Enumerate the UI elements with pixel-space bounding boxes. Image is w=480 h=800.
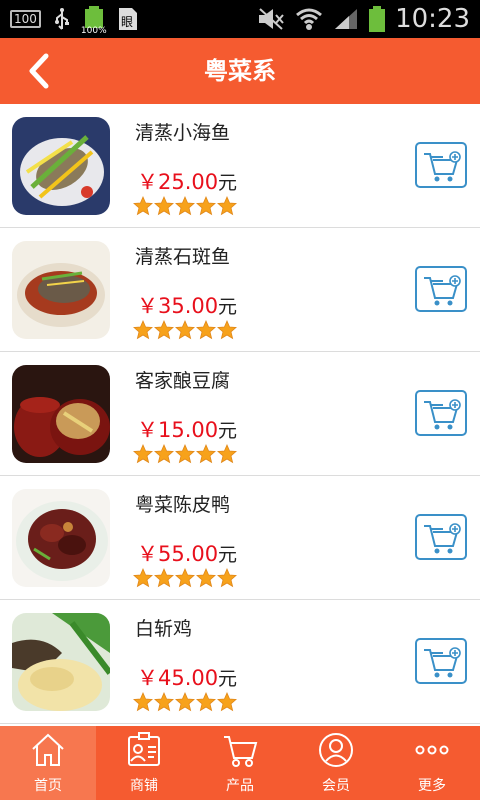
add-cart-icon bbox=[424, 275, 461, 306]
rating-stars bbox=[133, 568, 237, 588]
home-icon bbox=[32, 733, 64, 766]
add-cart-icon bbox=[424, 647, 461, 678]
nav-shop[interactable]: 商铺 bbox=[96, 726, 192, 800]
mute-icon bbox=[259, 8, 284, 30]
dish-price: ￥55.00 bbox=[137, 542, 219, 566]
star-icon bbox=[217, 568, 237, 588]
star-icon bbox=[196, 444, 216, 464]
page-title: 粤菜系 bbox=[204, 57, 276, 85]
list-item[interactable]: 白斩鸡 ￥45.00 元 bbox=[0, 600, 480, 724]
dish-photo bbox=[12, 365, 110, 463]
battery-icon: 100% bbox=[81, 6, 107, 36]
nav-shop-label: 商铺 bbox=[130, 778, 158, 794]
nav-products[interactable]: 产品 bbox=[192, 726, 288, 800]
dish-photo bbox=[12, 117, 110, 215]
battery-percent: 100% bbox=[80, 26, 107, 36]
wifi-icon bbox=[296, 8, 323, 30]
rating-stars bbox=[133, 444, 237, 464]
cart-icon bbox=[224, 736, 258, 767]
add-to-cart-button[interactable] bbox=[415, 390, 467, 436]
star-icon bbox=[154, 692, 174, 712]
star-icon bbox=[217, 692, 237, 712]
dish-list: 清蒸小海鱼 ￥25.00 元 清蒸石斑鱼 ￥35.00 元 客家酿豆腐 ￥15.… bbox=[0, 104, 480, 726]
member-icon bbox=[319, 733, 353, 767]
star-icon bbox=[133, 444, 153, 464]
price-unit: 元 bbox=[218, 296, 238, 318]
signal-icon bbox=[335, 9, 358, 29]
star-icon bbox=[217, 444, 237, 464]
nav-home[interactable]: 首页 bbox=[0, 726, 96, 800]
add-cart-icon bbox=[424, 399, 461, 430]
star-icon bbox=[154, 196, 174, 216]
dish-name: 客家酿豆腐 bbox=[135, 370, 231, 392]
star-icon bbox=[154, 568, 174, 588]
dish-price: ￥25.00 bbox=[137, 170, 219, 194]
list-item[interactable]: 粤菜陈皮鸭 ￥55.00 元 bbox=[0, 476, 480, 600]
star-icon bbox=[175, 568, 195, 588]
shop-card-icon bbox=[128, 732, 160, 766]
add-to-cart-button[interactable] bbox=[415, 638, 467, 684]
list-item[interactable]: 客家酿豆腐 ￥15.00 元 bbox=[0, 352, 480, 476]
status-bar: 100 100% 眼 10:23 bbox=[0, 0, 480, 38]
add-cart-icon bbox=[424, 151, 461, 182]
price-unit: 元 bbox=[218, 420, 238, 442]
dish-price: ￥45.00 bbox=[137, 666, 219, 690]
nav-more[interactable]: 更多 bbox=[384, 726, 480, 800]
svg-text:眼: 眼 bbox=[121, 15, 133, 29]
list-item[interactable]: 清蒸小海鱼 ￥25.00 元 bbox=[0, 104, 480, 228]
star-icon bbox=[217, 196, 237, 216]
add-to-cart-button[interactable] bbox=[415, 266, 467, 312]
rating-stars bbox=[133, 692, 237, 712]
star-icon bbox=[154, 444, 174, 464]
add-cart-icon bbox=[424, 523, 461, 554]
price-unit: 元 bbox=[218, 544, 238, 566]
more-dots-icon bbox=[415, 745, 449, 755]
star-icon bbox=[133, 196, 153, 216]
list-item[interactable]: 清蒸石斑鱼 ￥35.00 元 bbox=[0, 228, 480, 352]
dish-name: 清蒸小海鱼 bbox=[135, 122, 231, 144]
star-icon bbox=[175, 196, 195, 216]
star-icon bbox=[175, 444, 195, 464]
star-icon bbox=[196, 320, 216, 340]
clock: 10:23 bbox=[395, 4, 470, 34]
rating-stars bbox=[133, 320, 237, 340]
nav-more-label: 更多 bbox=[418, 778, 446, 794]
star-icon bbox=[133, 568, 153, 588]
price-unit: 元 bbox=[218, 668, 238, 690]
star-icon bbox=[196, 196, 216, 216]
price-unit: 元 bbox=[218, 172, 238, 194]
dish-photo bbox=[12, 613, 110, 711]
add-to-cart-button[interactable] bbox=[415, 142, 467, 188]
nav-member[interactable]: 会员 bbox=[288, 726, 384, 800]
sim-icon: 眼 bbox=[118, 8, 137, 30]
title-bar: 粤菜系 bbox=[0, 38, 480, 104]
dish-price: ￥35.00 bbox=[137, 294, 219, 318]
rating-stars bbox=[133, 196, 237, 216]
battery-full-icon bbox=[369, 6, 386, 32]
star-icon bbox=[133, 692, 153, 712]
dish-price: ￥15.00 bbox=[137, 418, 219, 442]
bottom-nav: 首页 商铺 产品 会员 更多 bbox=[0, 726, 480, 800]
star-icon bbox=[175, 692, 195, 712]
dish-name: 白斩鸡 bbox=[135, 618, 193, 640]
nav-member-label: 会员 bbox=[322, 778, 350, 794]
usb-icon bbox=[54, 8, 69, 30]
dish-photo bbox=[12, 241, 110, 339]
storage-badge: 100 bbox=[10, 10, 41, 28]
star-icon bbox=[196, 568, 216, 588]
nav-home-label: 首页 bbox=[34, 778, 62, 794]
star-icon bbox=[133, 320, 153, 340]
star-icon bbox=[196, 692, 216, 712]
dish-name: 粤菜陈皮鸭 bbox=[135, 494, 231, 516]
dish-name: 清蒸石斑鱼 bbox=[135, 246, 231, 268]
star-icon bbox=[154, 320, 174, 340]
nav-products-label: 产品 bbox=[226, 778, 254, 794]
add-to-cart-button[interactable] bbox=[415, 514, 467, 560]
dish-photo bbox=[12, 489, 110, 587]
star-icon bbox=[217, 320, 237, 340]
star-icon bbox=[175, 320, 195, 340]
